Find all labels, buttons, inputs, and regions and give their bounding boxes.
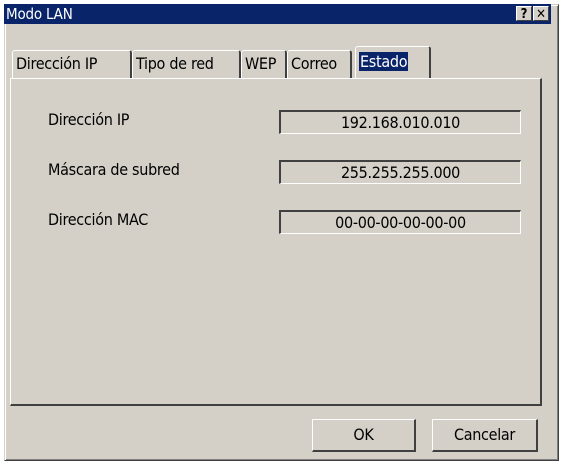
mac-address-field: 00-00-00-00-00-00: [279, 210, 521, 234]
tab-label: Estado: [359, 52, 409, 71]
window-title: Modo LAN: [6, 5, 73, 23]
cancel-button[interactable]: Cancelar: [432, 419, 538, 452]
tab-status[interactable]: Estado: [355, 46, 431, 78]
tab-mail[interactable]: Correo: [287, 50, 352, 78]
ok-button[interactable]: OK: [312, 419, 416, 452]
tab-wep[interactable]: WEP: [241, 50, 287, 78]
tab-ip-address[interactable]: Dirección IP: [12, 50, 132, 78]
subnet-mask-label: Máscara de subred: [48, 160, 180, 179]
ip-address-field: 192.168.010.010: [279, 110, 521, 134]
close-button[interactable]: ✕: [533, 6, 549, 22]
subnet-mask-field: 255.255.255.000: [279, 160, 521, 184]
ip-address-label: Dirección IP: [48, 110, 130, 129]
tab-label: Dirección IP: [16, 54, 98, 73]
mac-address-label: Dirección MAC: [48, 210, 148, 229]
title-bar: Modo LAN ? ✕: [4, 4, 551, 24]
tab-network-type[interactable]: Tipo de red: [132, 50, 241, 78]
tab-label: WEP: [245, 54, 277, 73]
tab-label: Tipo de red: [136, 54, 214, 73]
help-button[interactable]: ?: [516, 6, 532, 22]
tab-label: Correo: [291, 54, 337, 73]
close-icon: ✕: [536, 7, 546, 22]
